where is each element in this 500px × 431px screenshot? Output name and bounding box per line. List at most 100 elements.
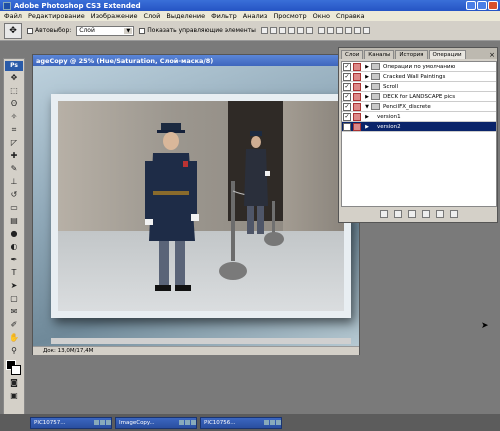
expand-arrow-icon[interactable]: ▶ (363, 74, 371, 80)
align-center-icon[interactable] (296, 27, 304, 34)
align-middle-icon[interactable] (269, 27, 277, 34)
taskbar-item[interactable]: PIC10756... (200, 416, 282, 429)
background-color[interactable] (11, 365, 21, 375)
dialog-toggle-icon[interactable] (353, 72, 361, 81)
autoselect-dropdown[interactable]: Слой ▼ (76, 25, 135, 36)
checkmark-icon[interactable]: ✓ (343, 102, 351, 111)
list-item[interactable]: ✓ ▶ Операции по умолчанию (342, 62, 496, 72)
expand-arrow-icon[interactable]: ▶ (363, 64, 371, 70)
list-item[interactable]: ✓ ▶ version1 (342, 112, 496, 122)
menu-edit[interactable]: Редактирование (28, 12, 85, 20)
dialog-toggle-icon[interactable] (353, 112, 361, 121)
minimize-button[interactable] (466, 1, 476, 10)
path-selection-icon[interactable]: ➤ (8, 280, 20, 292)
checkmark-icon[interactable]: ✓ (343, 62, 351, 71)
color-swatches[interactable] (6, 360, 22, 376)
shape-tool-icon[interactable]: ▢ (8, 293, 20, 305)
eyedropper-icon[interactable]: ✐ (8, 319, 20, 331)
stop-icon[interactable] (380, 209, 388, 218)
align-right-icon[interactable] (305, 27, 313, 34)
list-item[interactable]: ✓ ▶ version2 (342, 122, 496, 132)
play-icon[interactable] (408, 209, 416, 218)
hand-tool-icon[interactable]: ✋ (8, 332, 20, 344)
eraser-tool-icon[interactable]: ▭ (8, 202, 20, 214)
distribute-center-icon[interactable] (353, 27, 361, 34)
new-set-icon[interactable] (422, 209, 430, 218)
menu-filter[interactable]: Фильтр (211, 12, 237, 20)
slice-tool-icon[interactable]: ◸ (8, 137, 20, 149)
distribute-middle-icon[interactable] (326, 27, 334, 34)
zoom-tool-icon[interactable]: ⚲ (8, 345, 20, 357)
distribute-bottom-icon[interactable] (335, 27, 343, 34)
expand-arrow-icon[interactable]: ▶ (363, 84, 371, 90)
magic-wand-tool-icon[interactable]: ✧ (8, 111, 20, 123)
autoselect-checkbox[interactable] (27, 27, 33, 34)
expand-arrow-icon[interactable]: ▶ (363, 114, 371, 120)
align-top-icon[interactable] (260, 27, 268, 34)
checkmark-icon[interactable]: ✓ (343, 72, 351, 81)
type-tool-icon[interactable]: T (8, 267, 20, 279)
pen-tool-icon[interactable]: ✒ (8, 254, 20, 266)
checkmark-icon[interactable]: ✓ (343, 82, 351, 91)
tab-layers[interactable]: Слои (341, 50, 364, 59)
move-tool-preset[interactable]: ✥ (4, 22, 22, 39)
menu-file[interactable]: Файл (4, 12, 22, 20)
list-item[interactable]: ✓ ▶ Cracked Wall Paintings (342, 72, 496, 82)
dialog-toggle-icon[interactable] (353, 62, 361, 71)
distribute-right-icon[interactable] (362, 27, 370, 34)
new-action-icon[interactable] (436, 209, 444, 218)
checkmark-icon[interactable]: ✓ (343, 122, 351, 131)
checkmark-icon[interactable]: ✓ (343, 92, 351, 101)
marquee-tool-icon[interactable]: ⬚ (8, 85, 20, 97)
list-item[interactable]: ✓ ▶ DECK for LANDSCAPE pics (342, 92, 496, 102)
healing-brush-icon[interactable]: ✚ (8, 150, 20, 162)
distribute-left-icon[interactable] (344, 27, 352, 34)
dialog-toggle-icon[interactable] (353, 92, 361, 101)
quick-mask-icon[interactable]: ◙ (8, 377, 20, 389)
expand-arrow-icon[interactable]: ▶ (363, 124, 371, 130)
menu-window[interactable]: Окно (313, 12, 330, 20)
align-bottom-icon[interactable] (278, 27, 286, 34)
tab-channels[interactable]: Каналы (364, 50, 395, 59)
notes-tool-icon[interactable]: ✉ (8, 306, 20, 318)
maximize-button[interactable] (477, 1, 487, 10)
taskbar-item[interactable]: PIC10757... (30, 416, 112, 429)
blur-tool-icon[interactable]: ● (8, 228, 20, 240)
checkmark-icon[interactable]: ✓ (343, 112, 351, 121)
screen-mode-icon[interactable]: ▣ (8, 390, 20, 402)
clone-stamp-icon[interactable]: ⊥ (8, 176, 20, 188)
move-tool-icon[interactable]: ✥ (8, 72, 20, 84)
menu-layer[interactable]: Слой (143, 12, 160, 20)
list-item[interactable]: ✓ ▶ Scroll (342, 82, 496, 92)
taskbar-item[interactable]: ImageCopy... (115, 416, 197, 429)
expand-arrow-icon[interactable]: ▶ (363, 94, 371, 100)
tab-actions[interactable]: Операции (428, 50, 466, 59)
tab-history[interactable]: История (395, 50, 428, 59)
dialog-toggle-icon[interactable] (353, 122, 361, 131)
distribute-top-icon[interactable] (317, 27, 325, 34)
dialog-toggle-icon[interactable] (353, 102, 361, 111)
image-canvas[interactable] (33, 66, 359, 346)
menu-image[interactable]: Изображение (91, 12, 138, 20)
brush-tool-icon[interactable]: ✎ (8, 163, 20, 175)
show-transform-option[interactable]: Показать управляющие элементы (139, 27, 256, 34)
align-left-icon[interactable] (287, 27, 295, 34)
menu-view[interactable]: Просмотр (273, 12, 306, 20)
autoselect-option[interactable]: Автовыбор: (27, 27, 71, 34)
menu-analysis[interactable]: Анализ (243, 12, 268, 20)
trash-icon[interactable] (450, 209, 458, 218)
close-icon[interactable]: × (489, 51, 495, 59)
dodge-tool-icon[interactable]: ◐ (8, 241, 20, 253)
close-button[interactable] (488, 1, 498, 10)
menu-help[interactable]: Справка (336, 12, 365, 20)
gradient-tool-icon[interactable]: ▤ (8, 215, 20, 227)
history-brush-icon[interactable]: ↺ (8, 189, 20, 201)
lasso-tool-icon[interactable]: ʘ (8, 98, 20, 110)
collapse-arrow-icon[interactable]: ▼ (363, 104, 371, 110)
horizontal-scrollbar[interactable] (51, 338, 351, 344)
menu-select[interactable]: Выделение (166, 12, 205, 20)
dialog-toggle-icon[interactable] (353, 82, 361, 91)
record-icon[interactable] (394, 209, 402, 218)
crop-tool-icon[interactable]: ⌗ (8, 124, 20, 136)
show-transform-checkbox[interactable] (139, 27, 146, 34)
